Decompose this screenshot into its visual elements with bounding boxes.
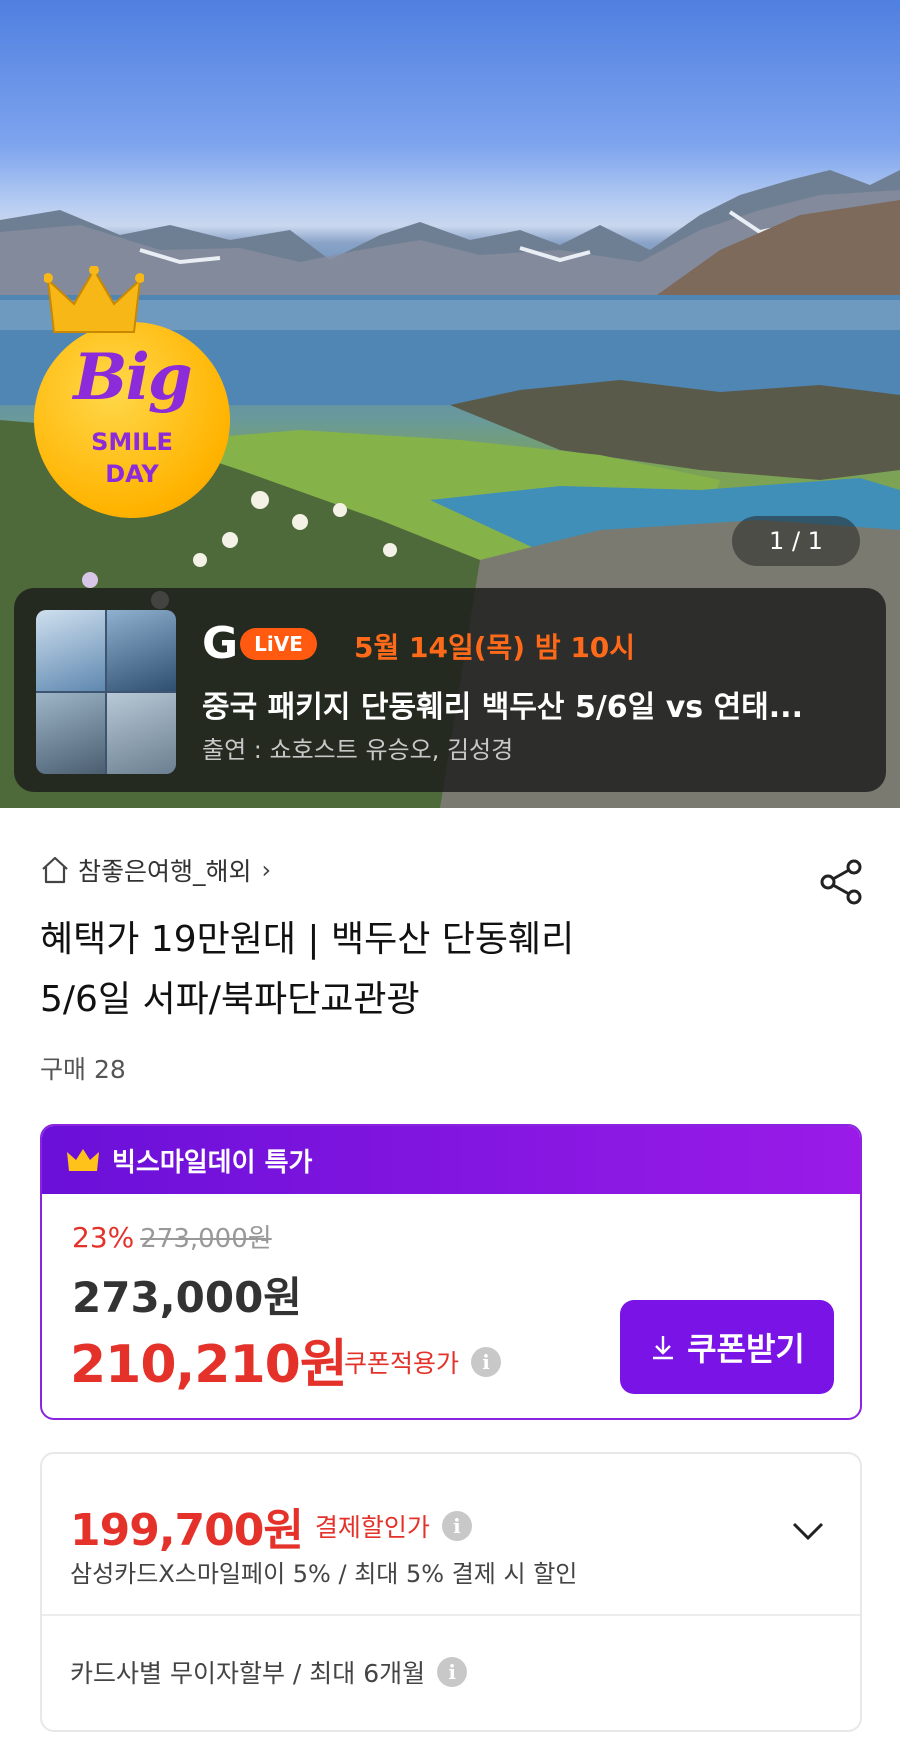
deal-price-card: 빅스마일데이 특가 23% 273,000원 273,000원 210,210원… xyxy=(40,1124,862,1420)
coupon-applied-label: 쿠폰적용가 i xyxy=(344,1344,502,1380)
sale-price: 273,000원 xyxy=(72,1273,302,1322)
payment-discount-desc: 삼성카드X스마일페이 5% / 최대 5% 결제 시 할인 xyxy=(70,1560,578,1588)
live-pill: LiVE xyxy=(240,628,317,660)
product-title-line1: 혜택가 19만원대 | 백두산 단동훼리 xyxy=(40,919,575,960)
chevron-right-icon: › xyxy=(261,856,272,884)
live-thumbnail xyxy=(36,610,176,774)
get-coupon-button[interactable]: 쿠폰받기 xyxy=(620,1300,834,1394)
payment-price-row: 199,700원 결제할인가 i xyxy=(70,1494,472,1558)
big-smile-day-badge: Big SMILE DAY xyxy=(34,266,230,518)
store-link[interactable]: 참좋은여행_해외 › xyxy=(40,852,271,888)
info-icon[interactable]: i xyxy=(437,1657,468,1687)
payment-discount-price: 199,700원 xyxy=(70,1505,304,1556)
product-hero-image[interactable]: Big SMILE DAY 1 / 1 G LiVE 5월 14일(목) 밤 1… xyxy=(0,0,900,808)
g-live-logo: G LiVE xyxy=(202,620,317,668)
coupon-label-text: 쿠폰적용가 xyxy=(344,1349,460,1378)
live-title[interactable]: 중국 패키지 단동훼리 백두산 5/6일 vs 연태... xyxy=(202,682,872,726)
live-cast: 출연 : 쇼호스트 유승오, 김성경 xyxy=(202,736,514,764)
share-icon[interactable] xyxy=(818,858,866,906)
product-title-line2: 5/6일 서파/북파단교관광 xyxy=(40,979,420,1020)
original-price: 273,000원 xyxy=(140,1224,272,1254)
chevron-down-icon[interactable] xyxy=(788,1516,828,1546)
installment-text: 카드사별 무이자할부 / 최대 6개월 xyxy=(70,1659,426,1688)
payment-discount-label: 결제할인가 xyxy=(314,1513,430,1542)
payment-discount-card[interactable]: 199,700원 결제할인가 i 삼성카드X스마일페이 5% / 최대 5% 결… xyxy=(40,1452,862,1732)
discount-rate: 23% xyxy=(72,1221,135,1254)
badge-smile-text: SMILE xyxy=(91,428,173,456)
purchase-count: 구매 28 xyxy=(40,1055,126,1084)
download-icon xyxy=(653,1336,674,1360)
g-logo-letter: G xyxy=(202,618,239,669)
discount-row: 23% 273,000원 xyxy=(72,1218,272,1255)
info-icon[interactable]: i xyxy=(471,1347,502,1377)
image-pager-indicator: 1 / 1 xyxy=(732,516,860,566)
badge-day-text: DAY xyxy=(105,460,159,488)
live-broadcast-card[interactable]: G LiVE 5월 14일(목) 밤 10시 중국 패키지 단동훼리 백두산 5… xyxy=(14,588,886,792)
deal-header: 빅스마일데이 특가 xyxy=(42,1126,860,1194)
home-icon xyxy=(42,856,68,884)
divider xyxy=(42,1614,860,1616)
crown-icon xyxy=(67,1149,99,1171)
crown-icon xyxy=(44,266,144,333)
info-icon[interactable]: i xyxy=(441,1511,472,1541)
store-name: 참좋은여행_해외 xyxy=(78,857,252,886)
badge-big-text: Big xyxy=(73,340,192,415)
live-date: 5월 14일(목) 밤 10시 xyxy=(354,631,636,664)
get-coupon-label: 쿠폰받기 xyxy=(687,1330,805,1368)
product-title: 혜택가 19만원대 | 백두산 단동훼리 5/6일 서파/북파단교관광 xyxy=(40,910,800,1030)
coupon-price: 210,210원 xyxy=(70,1335,348,1395)
deal-header-label: 빅스마일데이 특가 xyxy=(112,1147,313,1178)
installment-info: 카드사별 무이자할부 / 최대 6개월 i xyxy=(70,1654,468,1690)
